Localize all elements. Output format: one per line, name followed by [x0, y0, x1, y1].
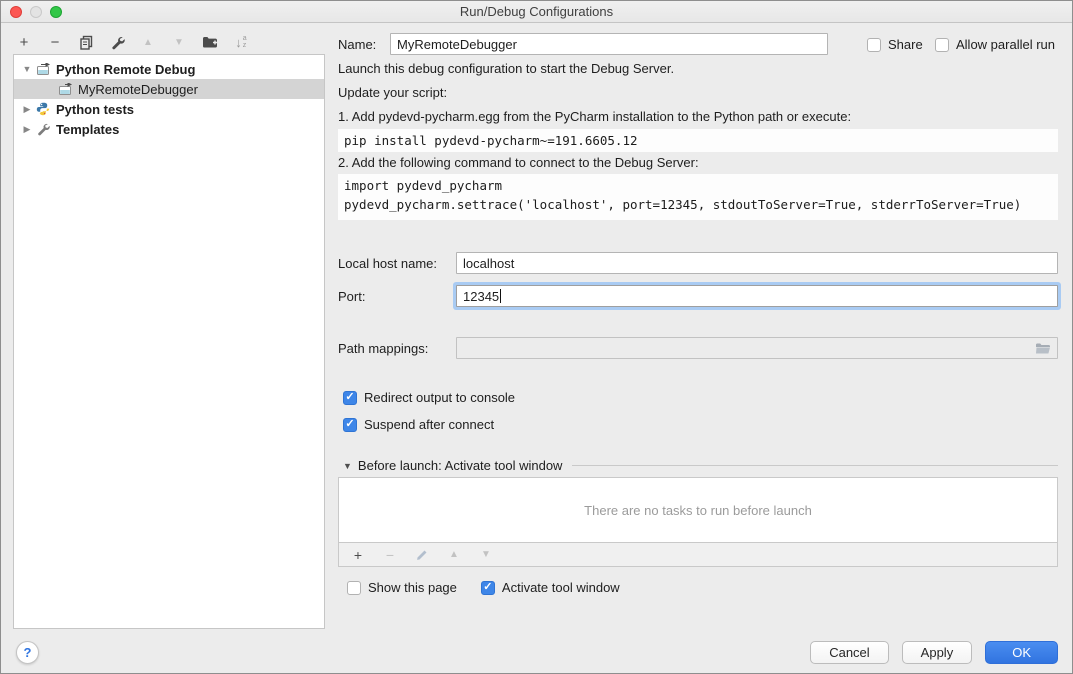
- tree-item-python-tests[interactable]: ▶ Python tests: [14, 99, 324, 119]
- before-launch-title: Before launch: Activate tool window: [358, 458, 563, 473]
- path-mappings-label: Path mappings:: [338, 341, 428, 356]
- show-this-page-checkbox-row[interactable]: Show this page: [347, 580, 457, 595]
- allow-parallel-run-checkbox[interactable]: [935, 38, 949, 52]
- chevron-down-icon[interactable]: ▼: [22, 64, 32, 74]
- copy-icon: [79, 35, 94, 50]
- local-host-name-label: Local host name:: [338, 256, 437, 271]
- name-input[interactable]: MyRemoteDebugger: [390, 33, 828, 55]
- share-checkbox[interactable]: [867, 38, 881, 52]
- tree-item-label: Templates: [56, 122, 119, 137]
- tree-item-myremotedebugger[interactable]: MyRemoteDebugger: [14, 79, 324, 99]
- header-rule: [572, 465, 1058, 466]
- tree-item-label: Python tests: [56, 102, 134, 117]
- activate-tool-window-checkbox[interactable]: [481, 581, 495, 595]
- ok-button[interactable]: OK: [985, 641, 1058, 664]
- run-config-icon: [58, 82, 74, 96]
- update-script-text: Update your script:: [338, 84, 447, 101]
- suspend-after-connect-checkbox-row[interactable]: Suspend after connect: [343, 417, 494, 432]
- before-launch-toolbar: + − ▲ ▼: [338, 543, 1058, 567]
- move-down-button: ▼: [170, 33, 188, 51]
- add-task-button[interactable]: +: [349, 546, 367, 564]
- move-up-button: ▲: [139, 33, 157, 51]
- redirect-output-checkbox[interactable]: [343, 391, 357, 405]
- up-arrow-icon: ▲: [143, 37, 153, 48]
- new-folder-button[interactable]: [201, 33, 219, 51]
- wrench-icon: [110, 35, 125, 50]
- chevron-right-icon[interactable]: ▶: [22, 104, 32, 115]
- pencil-icon: [416, 548, 429, 561]
- show-this-page-checkbox[interactable]: [347, 581, 361, 595]
- show-this-page-label: Show this page: [368, 580, 457, 595]
- path-mappings-input[interactable]: [456, 337, 1058, 359]
- run-config-icon: [36, 62, 52, 76]
- python-icon: [36, 102, 52, 116]
- tree-item-label: MyRemoteDebugger: [78, 82, 198, 97]
- run-debug-configurations-dialog: Run/Debug Configurations + − ▲ ▼: [0, 0, 1073, 674]
- help-button[interactable]: ?: [16, 641, 39, 664]
- move-task-up-button: ▲: [445, 546, 463, 564]
- settrace-code-line1: import pydevd_pycharm: [344, 176, 1052, 195]
- sort-az-icon: ↓az: [235, 35, 246, 50]
- chevron-right-icon[interactable]: ▶: [22, 124, 32, 135]
- apply-button[interactable]: Apply: [902, 641, 973, 664]
- collapse-triangle-icon[interactable]: ▼: [343, 461, 352, 471]
- close-button[interactable]: [10, 6, 22, 18]
- copy-configuration-button[interactable]: [77, 33, 95, 51]
- sort-configurations-button[interactable]: ↓az: [232, 33, 250, 51]
- redirect-output-checkbox-row[interactable]: Redirect output to console: [343, 390, 515, 405]
- edit-templates-button[interactable]: [108, 33, 126, 51]
- pip-install-code[interactable]: pip install pydevd-pycharm~=191.6605.12: [338, 129, 1058, 152]
- suspend-after-connect-checkbox[interactable]: [343, 418, 357, 432]
- edit-task-button: [413, 546, 431, 564]
- tree-item-python-remote-debug[interactable]: ▼ Python Remote Debug: [14, 59, 324, 79]
- traffic-lights: [10, 6, 62, 18]
- settrace-code[interactable]: import pydevd_pycharm pydevd_pycharm.set…: [338, 174, 1058, 220]
- remove-task-button: −: [381, 546, 399, 564]
- allow-parallel-run-label: Allow parallel run: [956, 37, 1055, 52]
- configurations-tree: ▼ Python Remote Debug MyRemoteDebugger: [13, 54, 325, 629]
- activate-tool-window-checkbox-row[interactable]: Activate tool window: [481, 580, 620, 595]
- port-label: Port:: [338, 289, 365, 304]
- activate-tool-window-label: Activate tool window: [502, 580, 620, 595]
- browse-folder-icon[interactable]: [1035, 342, 1051, 355]
- remove-configuration-button[interactable]: −: [46, 33, 64, 51]
- settrace-code-line2: pydevd_pycharm.settrace('localhost', por…: [344, 195, 1052, 214]
- before-launch-task-list[interactable]: There are no tasks to run before launch: [338, 477, 1058, 543]
- down-arrow-icon: ▼: [174, 37, 184, 48]
- suspend-after-connect-label: Suspend after connect: [364, 417, 494, 432]
- name-label: Name:: [338, 37, 376, 52]
- question-mark-icon: ?: [24, 645, 32, 660]
- tree-item-templates[interactable]: ▶ Templates: [14, 119, 324, 139]
- cancel-button[interactable]: Cancel: [810, 641, 888, 664]
- new-folder-icon: [202, 35, 218, 49]
- share-checkbox-row[interactable]: Share: [867, 37, 923, 52]
- zoom-button[interactable]: [50, 6, 62, 18]
- page-options-row: Show this page Activate tool window: [347, 580, 620, 595]
- tree-item-label: Python Remote Debug: [56, 62, 195, 77]
- redirect-output-label: Redirect output to console: [364, 390, 515, 405]
- minimize-button: [30, 6, 42, 18]
- share-label: Share: [888, 37, 923, 52]
- allow-parallel-run-checkbox-row[interactable]: Allow parallel run: [935, 37, 1055, 52]
- step1-text: 1. Add pydevd-pycharm.egg from the PyCha…: [338, 108, 851, 125]
- local-host-name-input[interactable]: localhost: [456, 252, 1058, 274]
- before-launch-header[interactable]: ▼ Before launch: Activate tool window: [343, 458, 1058, 473]
- configuration-editor: Name: MyRemoteDebugger Share Allow paral…: [338, 1, 1058, 674]
- port-input[interactable]: 12345: [456, 285, 1058, 307]
- configurations-toolbar: + − ▲ ▼ ↓az: [15, 32, 250, 52]
- text-caret: [500, 289, 501, 303]
- move-task-down-button: ▼: [477, 546, 495, 564]
- description-text: Launch this debug configuration to start…: [338, 60, 674, 77]
- add-configuration-button[interactable]: +: [15, 33, 33, 51]
- empty-tasks-message: There are no tasks to run before launch: [584, 503, 812, 518]
- step2-text: 2. Add the following command to connect …: [338, 154, 699, 171]
- wrench-icon: [36, 122, 52, 136]
- dialog-buttons: Cancel Apply OK: [810, 641, 1058, 664]
